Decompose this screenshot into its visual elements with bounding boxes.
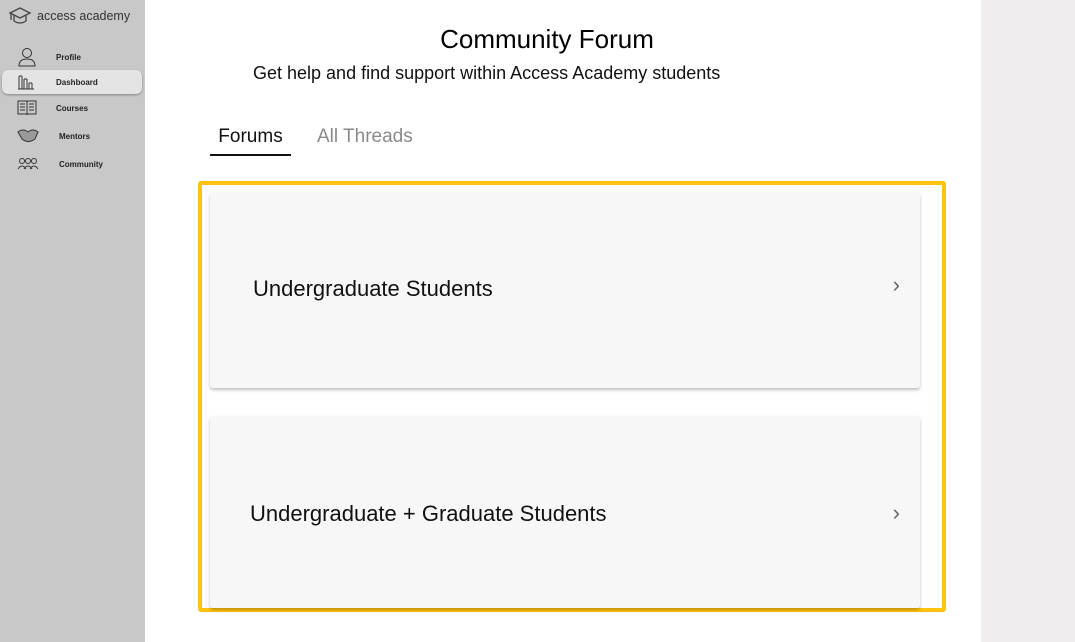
- brand-name: access academy: [37, 9, 131, 23]
- sidebar-item-community[interactable]: Community: [2, 152, 142, 176]
- sidebar-item-label: Courses: [56, 103, 89, 113]
- forum-card-undergraduate-graduate[interactable]: Undergraduate + Graduate Students ›: [210, 416, 920, 608]
- forum-card-label: Undergraduate Students: [253, 276, 493, 301]
- forum-card-label: Undergraduate + Graduate Students: [250, 501, 607, 526]
- page-subtitle: Get help and find support within Access …: [253, 63, 721, 83]
- right-panel: [981, 0, 1075, 642]
- sidebar-item-courses[interactable]: Courses: [2, 96, 142, 120]
- sidebar-item-label: Mentors: [59, 131, 91, 141]
- sidebar-item-dashboard[interactable]: Dashboard: [2, 70, 142, 94]
- bar-chart-icon: [18, 75, 34, 90]
- sidebar-item-label: Community: [59, 159, 103, 169]
- handshake-icon: [17, 129, 39, 142]
- sidebar-item-label: Dashboard: [56, 77, 98, 87]
- tab-all-threads[interactable]: All Threads: [317, 126, 413, 148]
- chevron-right-icon: ›: [892, 500, 900, 525]
- tab-forums[interactable]: Forums: [210, 126, 291, 156]
- forum-card-undergraduate[interactable]: Undergraduate Students ›: [210, 192, 920, 388]
- page-title: Community Forum: [440, 24, 654, 54]
- group-icon: [17, 158, 39, 170]
- sidebar: access academy Profile Dashboard Courses…: [0, 0, 145, 642]
- chevron-right-icon: ›: [892, 272, 900, 297]
- book-icon: [17, 100, 37, 115]
- sidebar-item-mentors[interactable]: Mentors: [2, 124, 142, 148]
